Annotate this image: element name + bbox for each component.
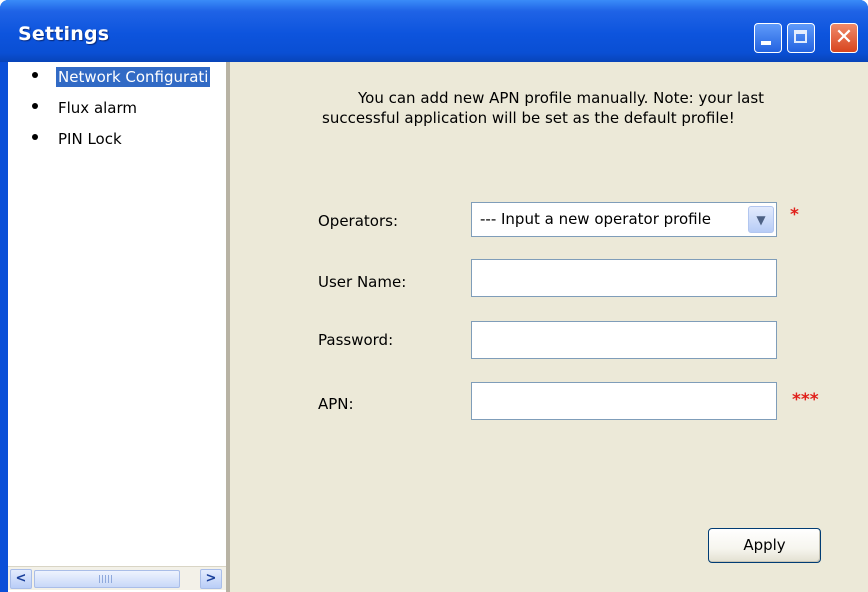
operators-label: Operators:: [318, 212, 399, 230]
window-title: Settings: [18, 23, 110, 45]
scroll-left-button[interactable]: <: [10, 569, 32, 589]
minimize-icon: [761, 41, 771, 45]
bullet-icon: [32, 72, 38, 78]
settings-window: Settings ✕ Network Configurati Flux alar…: [0, 0, 868, 592]
apn-label: APN:: [318, 395, 354, 413]
settings-nav: Network Configurati Flux alarm PIN Lock: [8, 62, 226, 592]
chevron-down-icon[interactable]: ▼: [748, 206, 774, 233]
note-text: You can add new APN profile manually. No…: [322, 89, 765, 127]
sidebar-horizontal-scrollbar[interactable]: < >: [8, 566, 226, 590]
apply-button[interactable]: Apply: [708, 528, 821, 563]
chevron-left-icon: <: [15, 571, 27, 586]
operators-selected-value: --- Input a new operator profile: [480, 210, 712, 228]
title-bar[interactable]: Settings ✕: [0, 0, 868, 62]
bullet-icon: [32, 103, 38, 109]
close-button[interactable]: ✕: [830, 23, 858, 53]
username-label: User Name:: [318, 273, 407, 291]
sidebar-item-label: Network Configurati: [56, 67, 211, 87]
sidebar-item-flux-alarm[interactable]: Flux alarm: [8, 97, 226, 121]
apn-field[interactable]: [471, 382, 777, 420]
minimize-button[interactable]: [754, 23, 782, 53]
operators-select[interactable]: --- Input a new operator profile ▼: [471, 202, 777, 237]
username-field[interactable]: [471, 259, 777, 297]
password-field[interactable]: [471, 321, 777, 359]
maximize-icon: [794, 30, 807, 43]
scroll-right-button[interactable]: >: [200, 569, 222, 589]
grip-icon: [99, 575, 113, 583]
apn-info-note: You can add new APN profile manually. No…: [322, 88, 792, 128]
chevron-right-icon: >: [205, 571, 217, 586]
required-marker: ***: [792, 390, 819, 410]
bullet-icon: [32, 134, 38, 140]
required-marker: *: [790, 205, 799, 225]
sidebar-item-network-configuration[interactable]: Network Configurati: [8, 66, 226, 90]
password-label: Password:: [318, 331, 394, 349]
sidebar-item-label: Flux alarm: [58, 99, 138, 117]
network-configuration-panel: You can add new APN profile manually. No…: [230, 62, 868, 592]
sidebar-item-label: PIN Lock: [58, 130, 122, 148]
close-icon: ✕: [834, 25, 854, 50]
sidebar-item-pin-lock[interactable]: PIN Lock: [8, 128, 226, 152]
maximize-button[interactable]: [787, 23, 815, 53]
scroll-thumb[interactable]: [34, 570, 180, 588]
